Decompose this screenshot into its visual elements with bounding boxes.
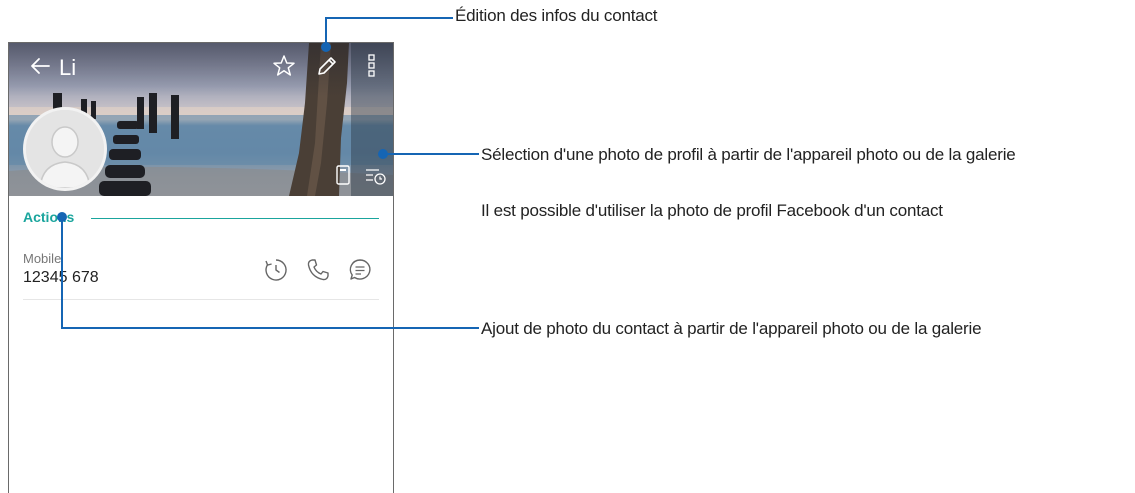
clock-icon <box>265 259 287 281</box>
contact-screen: Li Actions Mobile 12345 678 <box>8 42 394 493</box>
callout-profile-photo: Sélection d'une photo de profil à partir… <box>481 145 1016 164</box>
callout-facebook: Il est possible d'utiliser la photo de p… <box>481 201 943 220</box>
callout-line-add-photo-h <box>61 327 479 329</box>
contact-avatar[interactable] <box>23 107 107 191</box>
callout-line-profile-photo <box>383 153 479 155</box>
header-photo[interactable]: Li <box>9 43 393 196</box>
back-button[interactable] <box>27 53 53 79</box>
call-history-button[interactable] <box>365 167 387 185</box>
contact-name: Li <box>59 55 77 80</box>
phone-type-label: Mobile <box>23 251 62 266</box>
message-icon <box>349 259 371 280</box>
row-divider <box>23 299 379 300</box>
callout-line-add-photo-v <box>61 216 63 328</box>
call-button[interactable] <box>305 257 331 283</box>
more-options-button[interactable] <box>365 51 379 81</box>
pencil-icon <box>318 57 336 75</box>
message-button[interactable] <box>347 257 373 283</box>
favorite-button[interactable] <box>271 53 297 79</box>
call-log-button[interactable] <box>263 257 289 283</box>
back-arrow-icon <box>31 58 50 74</box>
edit-button[interactable] <box>314 53 340 79</box>
callout-line-edit-h <box>325 17 453 19</box>
more-vert-icon <box>368 54 375 77</box>
phone-icon <box>307 259 329 281</box>
sim-card-icon <box>336 165 350 185</box>
call-history-icon <box>366 169 386 185</box>
callout-edit: Édition des infos du contact <box>455 6 658 25</box>
callout-line-edit-v <box>325 18 327 44</box>
person-placeholder-icon <box>26 110 104 188</box>
callout-add-photo: Ajout de photo du contact à partir de l'… <box>481 319 982 338</box>
section-divider <box>91 218 379 219</box>
sim-card-button[interactable] <box>335 165 351 185</box>
star-icon <box>273 55 295 76</box>
